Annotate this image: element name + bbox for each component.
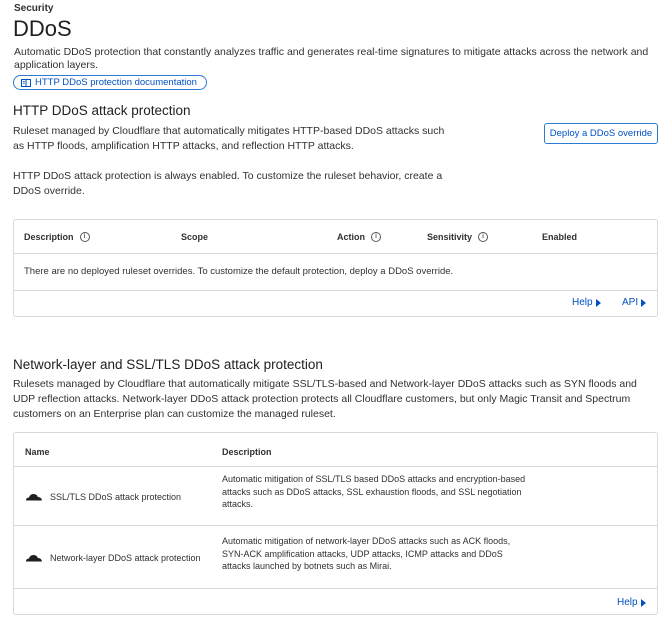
help-link[interactable]: Help	[572, 297, 601, 308]
page-intro: Automatic DDoS protection that constantl…	[14, 46, 649, 71]
play-arrow-icon	[595, 298, 601, 307]
info-icon[interactable]: i	[478, 232, 489, 242]
documentation-link-label: HTTP DDoS protection documentation	[35, 77, 197, 88]
column-header-scope[interactable]: Scope	[181, 232, 208, 242]
help-link[interactable]: Help	[617, 597, 646, 608]
empty-state-message: There are no deployed ruleset overrides.…	[24, 266, 454, 277]
info-icon[interactable]: i	[371, 232, 381, 242]
ruleset-name[interactable]: SSL/TLS DDoS attack protection	[50, 491, 181, 504]
info-icon[interactable]: i	[79, 232, 90, 242]
play-arrow-icon	[641, 298, 647, 307]
ruleset-name[interactable]: Network-layer DDoS attack protection	[50, 552, 201, 565]
network-section-description: Rulesets managed by Cloudflare that auto…	[13, 378, 637, 420]
page-title: DDoS	[13, 16, 72, 41]
play-arrow-icon	[640, 598, 646, 607]
breadcrumb[interactable]: Security	[14, 3, 53, 14]
column-header-name[interactable]: Name	[25, 447, 50, 457]
column-header-description[interactable]: Description	[222, 447, 272, 457]
ruleset-description: Automatic mitigation of SSL/TLS based DD…	[222, 474, 526, 509]
ruleset-description: Automatic mitigation of network-layer DD…	[222, 536, 511, 571]
column-header-sensitivity[interactable]: Sensitivity i	[427, 232, 489, 242]
api-link[interactable]: API	[622, 297, 647, 308]
column-header-action[interactable]: Action i	[337, 232, 381, 242]
http-section-description: Ruleset managed by Cloudflare that autom…	[13, 125, 445, 152]
network-section-heading: Network-layer and SSL/TLS DDoS attack pr…	[13, 357, 323, 372]
documentation-link[interactable]: HTTP DDoS protection documentation	[13, 75, 207, 90]
book-icon	[21, 78, 31, 87]
column-header-description[interactable]: Description i	[24, 232, 90, 242]
column-header-enabled[interactable]: Enabled	[542, 232, 577, 242]
managed-rulesets-table: Name Description SSL/TLS DDoS attack pro…	[13, 432, 658, 615]
deploy-ddos-override-button[interactable]: Deploy a DDoS override	[544, 123, 658, 144]
http-section-note: HTTP DDoS attack protection is always en…	[13, 170, 443, 197]
cloudflare-cloud-icon	[26, 555, 42, 562]
http-overrides-table: Description i Scope Action i Sensitivity i …	[13, 219, 658, 317]
http-section-heading: HTTP DDoS attack protection	[13, 103, 191, 118]
cloudflare-cloud-icon	[26, 494, 42, 501]
